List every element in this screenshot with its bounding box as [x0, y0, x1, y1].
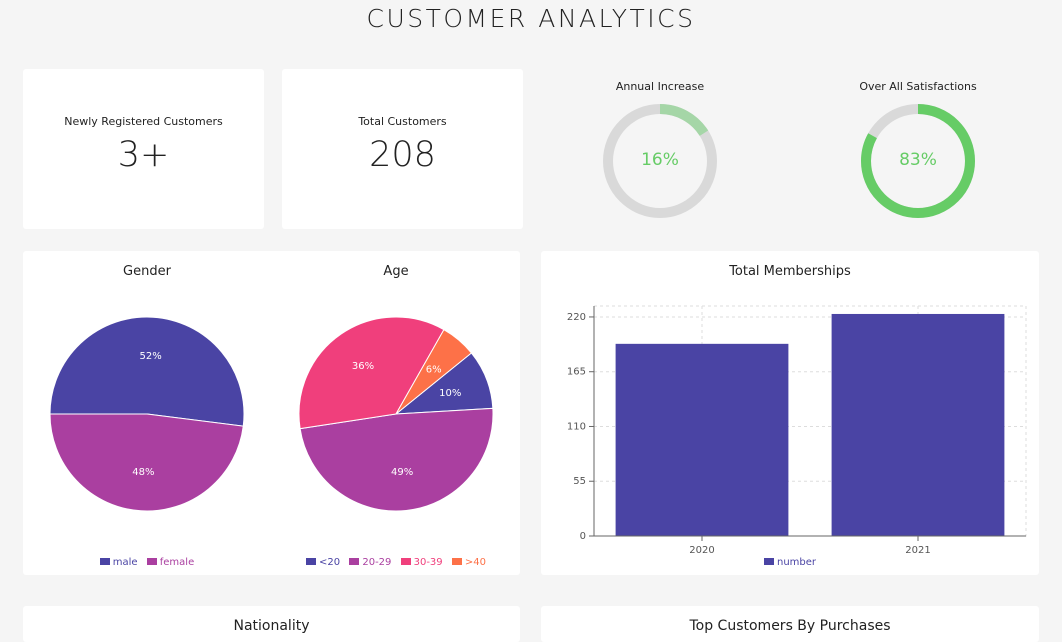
- nationality-title: Nationality: [233, 618, 310, 634]
- gauge-label-overall-satisfaction: Over All Satisfactions: [859, 80, 977, 93]
- legend-item-female[interactable]: female: [146, 557, 195, 568]
- gender-slice-label-0: 52%: [140, 351, 162, 362]
- gender-legend: male female: [23, 557, 271, 568]
- legend-label-over-40: >40: [464, 557, 486, 568]
- stat-label-total-customers: Total Customers: [358, 115, 447, 128]
- gauge-value-annual-increase: 16%: [641, 150, 679, 170]
- y-tick-label-2: 110: [567, 421, 586, 432]
- bar-2021[interactable]: [831, 313, 1005, 536]
- age-slice-label-1: 49%: [391, 467, 413, 478]
- age-slice-label-2: 36%: [352, 361, 374, 372]
- legend-item-under-20[interactable]: <20: [306, 557, 340, 568]
- y-tick-label-1: 55: [573, 476, 586, 487]
- legend-label-20-29: 20-29: [362, 557, 392, 568]
- x-tick-label-2021: 2021: [905, 545, 930, 556]
- legend-item-30-39[interactable]: 30-39: [400, 557, 443, 568]
- newly-registered-card: Newly Registered Customers 3+: [23, 69, 264, 229]
- legend-item-over-40[interactable]: >40: [451, 557, 486, 568]
- top-customers-card: Top Customers By Purchases: [541, 606, 1039, 642]
- gender-slice-0[interactable]: [49, 316, 245, 427]
- age-legend: <20 20-29 30-39 >40: [271, 557, 521, 568]
- nationality-card: Nationality: [23, 606, 520, 642]
- legend-label-female: female: [159, 557, 195, 568]
- top-customers-title: Top Customers By Purchases: [689, 618, 891, 634]
- total-customers-card: Total Customers 208: [282, 69, 523, 229]
- gauge-value-overall-satisfaction: 83%: [899, 150, 937, 170]
- age-chart-title: Age: [383, 264, 409, 279]
- x-tick-label-2020: 2020: [689, 545, 714, 556]
- age-slice-label-3: 6%: [426, 365, 442, 376]
- legend-label-30-39: 30-39: [413, 557, 443, 568]
- gender-chart-title: Gender: [123, 264, 171, 279]
- legend-item-male[interactable]: male: [99, 557, 138, 568]
- memberships-chart-title: Total Memberships: [729, 264, 851, 279]
- gender-slice-label-1: 48%: [132, 467, 154, 478]
- y-tick-label-0: 0: [580, 531, 586, 542]
- page-title: CUSTOMER ANALYTICS: [366, 4, 696, 33]
- legend-label-number: number: [776, 557, 817, 568]
- memberships-bar-chart: 0 55 110 165 220 2020 2021: [567, 305, 1027, 556]
- gender-slice-1[interactable]: [49, 413, 244, 512]
- memberships-card: Total Memberships 0 55 110 165 220 2020 2021 n…: [541, 251, 1039, 575]
- age-pie-chart: 10% 49% 36% 6%: [298, 316, 494, 512]
- stat-value-total-customers: 208: [369, 135, 436, 175]
- y-tick-label-3: 165: [567, 367, 586, 378]
- gender-pie-chart: 52% 48%: [49, 316, 245, 512]
- memberships-legend: number: [541, 557, 1039, 568]
- stat-label-newly-registered: Newly Registered Customers: [64, 115, 223, 128]
- gauge-label-annual-increase: Annual Increase: [615, 80, 705, 93]
- y-tick-label-4: 220: [567, 312, 586, 323]
- bar-2020[interactable]: [615, 343, 789, 536]
- legend-item-number[interactable]: number: [763, 557, 817, 568]
- legend-label-male: male: [112, 557, 138, 568]
- age-slice-label-0: 10%: [439, 388, 461, 399]
- stat-value-newly-registered: 3+: [117, 135, 170, 175]
- legend-label-under-20: <20: [319, 557, 341, 568]
- demographics-card: Gender Age 52% 48% 10% 49% 36% 6% male femal…: [23, 251, 520, 575]
- legend-item-20-29[interactable]: 20-29: [349, 557, 391, 568]
